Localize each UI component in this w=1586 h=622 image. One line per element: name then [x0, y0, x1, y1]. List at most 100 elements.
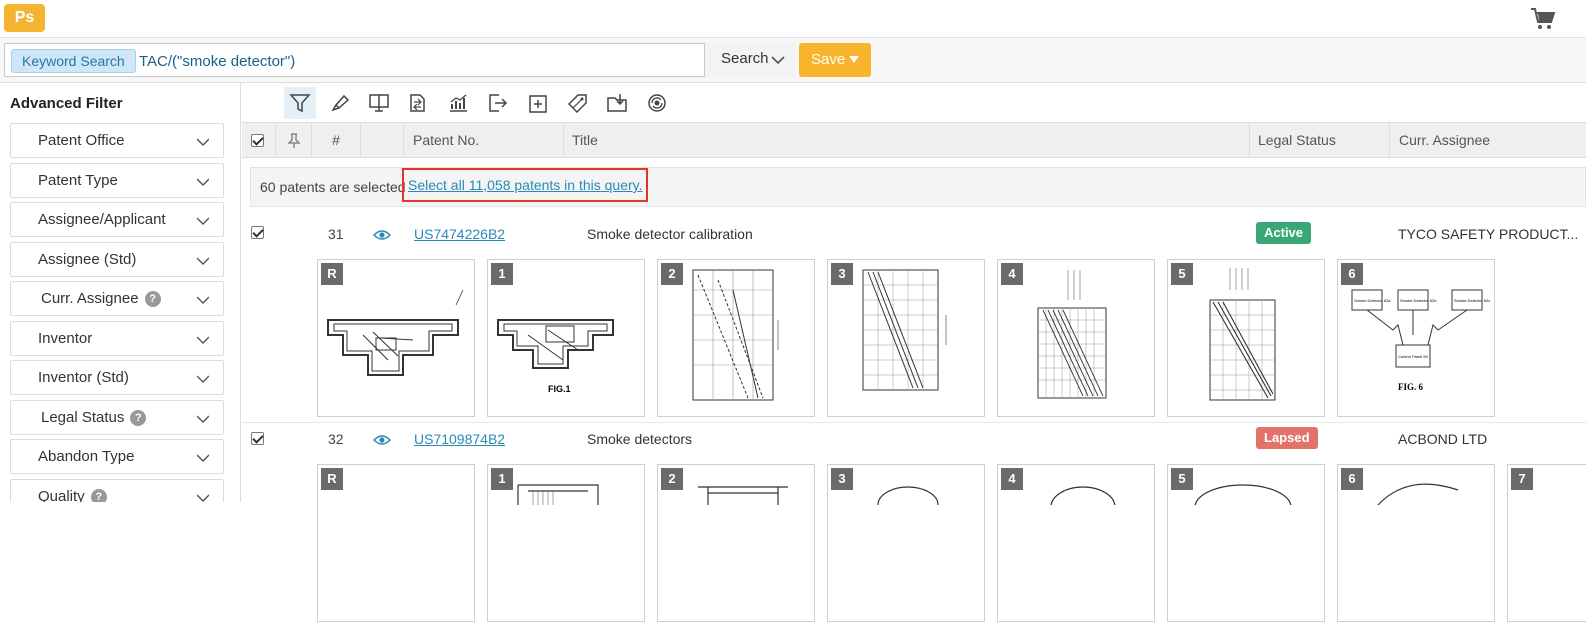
thumbnail-label: 5: [1171, 468, 1193, 490]
filter-inventor-std[interactable]: Inventor (Std): [10, 360, 224, 395]
figure-caption: FIG.1: [548, 384, 571, 394]
filter-label: Inventor: [38, 330, 93, 347]
filter-label-wrap: Legal Status?: [41, 409, 147, 426]
thumbnail-label: R: [321, 468, 343, 490]
results-table-header: # Patent No. Title Legal Status Curr. As…: [242, 122, 1586, 158]
preview-column-header: [361, 123, 404, 158]
thumbnail-label: 4: [1001, 468, 1023, 490]
eye-icon[interactable]: [373, 229, 391, 241]
filter-label: Abandon Type: [38, 448, 135, 465]
filter-curr-assignee[interactable]: Curr. Assignee?: [10, 281, 224, 316]
drawing-thumbnail[interactable]: 3: [827, 464, 985, 622]
title-column-header[interactable]: Title: [564, 123, 1250, 158]
results-toolbar: [242, 83, 1586, 122]
help-icon[interactable]: ?: [144, 291, 161, 307]
filter-label: Inventor (Std): [38, 369, 129, 386]
translate-icon[interactable]: [641, 87, 673, 119]
drawing-thumbnail[interactable]: 6: [1337, 464, 1495, 622]
filter-quality[interactable]: Quality?: [10, 479, 224, 502]
assignee-name: TYCO SAFETY PRODUCT...: [1398, 226, 1579, 242]
tag-icon[interactable]: [561, 87, 593, 119]
shopping-cart-icon[interactable]: [1530, 7, 1556, 31]
search-input[interactable]: [139, 48, 699, 74]
row-number: 32: [328, 431, 344, 447]
filter-label: Assignee (Std): [38, 251, 137, 268]
chevron-down-icon: [197, 454, 209, 462]
patent-no-column-header[interactable]: Patent No.: [404, 123, 564, 158]
assignee-name: ACBOND LTD: [1398, 431, 1488, 447]
save-button[interactable]: Save: [799, 43, 871, 77]
index-column-header: #: [312, 123, 361, 158]
figure-box-label: Smoke Detector 62a: [1354, 298, 1391, 303]
drawing-thumbnail[interactable]: 5: [1167, 259, 1325, 417]
app-logo[interactable]: Ps: [4, 4, 45, 32]
filter-abandon-type[interactable]: Abandon Type: [10, 439, 224, 474]
chevron-down-icon: [197, 257, 209, 265]
filter-label: Patent Type: [38, 172, 118, 189]
drawing-thumbnail[interactable]: R: [317, 259, 475, 417]
patent-number-link[interactable]: US7474226B2: [414, 226, 505, 242]
filter-assignee-std[interactable]: Assignee (Std): [10, 242, 224, 277]
filter-label: Patent Office: [38, 132, 125, 149]
filter-label-wrap: Curr. Assignee?: [41, 290, 161, 307]
selection-count-text: 60 patents are selected: [260, 179, 406, 195]
search-box: Keyword Search Search: [4, 43, 795, 77]
thumbnail-label: 6: [1341, 263, 1363, 285]
drawing-thumbnail[interactable]: 4: [997, 464, 1155, 622]
drawing-thumbnail[interactable]: 7: [1507, 464, 1586, 622]
drawing-thumbnail[interactable]: 1 FIG.1: [487, 259, 645, 417]
pin-icon[interactable]: [287, 133, 301, 149]
drawing-thumbnail[interactable]: 2: [657, 259, 815, 417]
filter-inventor[interactable]: Inventor: [10, 321, 224, 356]
thumbnail-label: R: [321, 263, 343, 285]
drawing-thumbnail[interactable]: 6 Smoke Detector 62a Smoke Detector 62b …: [1337, 259, 1495, 417]
select-all-checkbox[interactable]: [251, 134, 264, 147]
compare-icon[interactable]: [402, 87, 434, 119]
add-icon[interactable]: [522, 87, 554, 119]
chevron-down-icon: [197, 296, 209, 304]
folder-save-icon[interactable]: [601, 87, 633, 119]
filter-legal-status[interactable]: Legal Status?: [10, 400, 224, 435]
highlighter-icon[interactable]: [324, 87, 356, 119]
search-button[interactable]: Search: [704, 43, 795, 77]
drawing-thumbnail[interactable]: 5: [1167, 464, 1325, 622]
chevron-down-icon: [771, 56, 785, 65]
patent-title[interactable]: Smoke detectors: [587, 431, 692, 447]
filter-label-wrap: Quality?: [38, 488, 107, 502]
filter-icon[interactable]: [284, 87, 316, 119]
drawing-thumbnail[interactable]: 4: [997, 259, 1155, 417]
search-button-label: Search: [721, 50, 769, 67]
figure-caption: FIG. 6: [1398, 382, 1424, 392]
legal-status-column-header[interactable]: Legal Status: [1250, 123, 1390, 158]
drawing-thumbnail[interactable]: R: [317, 464, 475, 622]
filter-assignee-applicant[interactable]: Assignee/Applicant: [10, 202, 224, 237]
analytics-icon[interactable]: [442, 87, 474, 119]
table-row: 31 US7474226B2 Smoke detector calibratio…: [242, 216, 1586, 423]
figure-box-label: Smoke Detector 62c: [1454, 298, 1490, 303]
select-all-link[interactable]: Select all 11,058 patents in this query.: [402, 168, 648, 202]
filter-patent-office[interactable]: Patent Office: [10, 123, 224, 158]
drawing-thumbnail[interactable]: 1: [487, 464, 645, 622]
eye-icon[interactable]: [373, 434, 391, 446]
display-icon[interactable]: [363, 87, 395, 119]
thumbnail-label: 5: [1171, 263, 1193, 285]
drawing-thumbnail[interactable]: 3: [827, 259, 985, 417]
help-icon[interactable]: ?: [130, 410, 147, 426]
row-checkbox[interactable]: [251, 226, 264, 239]
patent-number-link[interactable]: US7109874B2: [414, 431, 505, 447]
row-checkbox[interactable]: [251, 432, 264, 445]
chevron-down-icon: [197, 336, 209, 344]
drawing-thumbnail[interactable]: 2: [657, 464, 815, 622]
assignee-column-header[interactable]: Curr. Assignee: [1390, 123, 1586, 158]
top-bar: Ps: [0, 0, 1586, 38]
keyword-search-tag[interactable]: Keyword Search: [11, 49, 136, 73]
row-number: 31: [328, 226, 344, 242]
patent-title[interactable]: Smoke detector calibration: [587, 226, 753, 242]
filter-label: Curr. Assignee: [41, 290, 139, 307]
filter-label: Quality: [38, 488, 85, 502]
chevron-down-icon: [197, 138, 209, 146]
export-icon[interactable]: [481, 87, 513, 119]
help-icon[interactable]: ?: [90, 489, 107, 502]
pin-column: [276, 123, 312, 158]
filter-patent-type[interactable]: Patent Type: [10, 163, 224, 198]
